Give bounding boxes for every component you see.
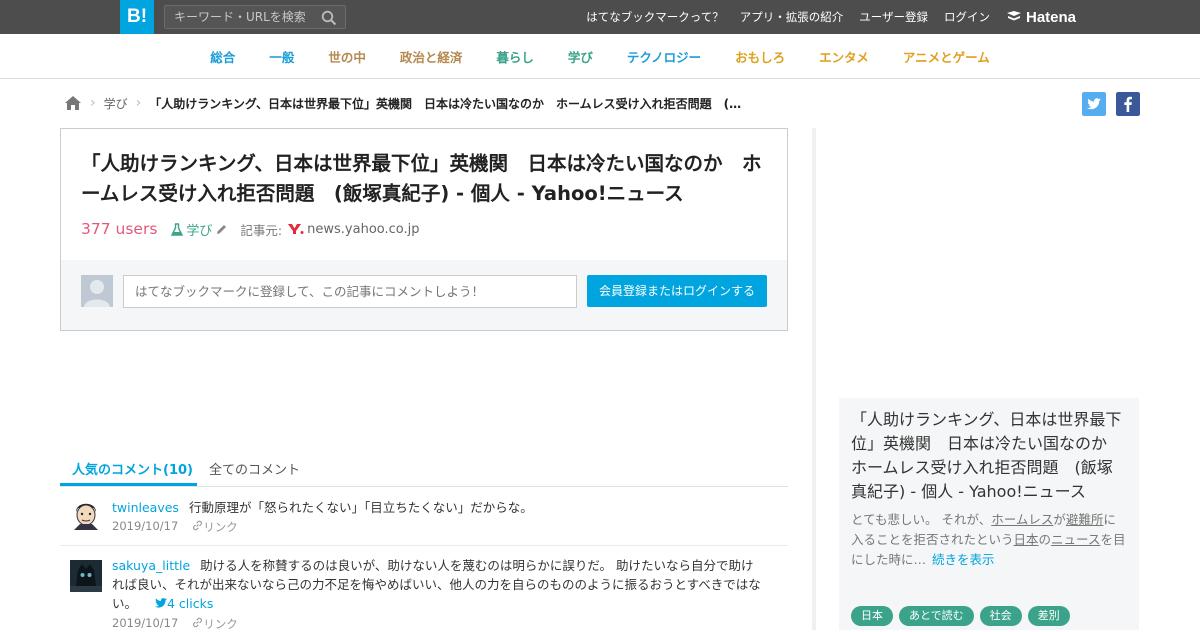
comment-date[interactable]: 2019/10/17: [112, 519, 178, 535]
desc-text: の: [1038, 532, 1052, 547]
keyword-link[interactable]: 避難所: [1066, 512, 1104, 527]
keyword-link[interactable]: ホームレス: [991, 512, 1053, 527]
desc-text: とても悲しい。 それが、: [851, 512, 992, 527]
tag-item[interactable]: 差別: [1027, 606, 1070, 626]
top-links: はてなブックマークって？ アプリ・拡張の紹介 ユーザー登録 ログイン: [586, 0, 990, 34]
avatar[interactable]: [70, 498, 102, 530]
category-sougou[interactable]: 総合: [210, 47, 235, 66]
comment-link-label: リンク: [203, 617, 238, 631]
entry-source[interactable]: news.yahoo.co.jp: [288, 221, 420, 237]
keyword-link[interactable]: ニュース: [1051, 532, 1100, 547]
entry-box: 「人助けランキング、日本は世界最下位」英機関 日本は冷たい国なのか ホームレス受…: [60, 128, 788, 331]
flask-icon: [171, 222, 184, 236]
search-box: [164, 5, 346, 29]
users-count[interactable]: 377 users: [81, 220, 157, 238]
signup-login-button[interactable]: 会員登録またはログインする: [587, 275, 767, 307]
tab-popular-comments[interactable]: 人気のコメント(10): [72, 459, 193, 478]
chevron-right-icon: ›: [90, 95, 96, 111]
desc-text: が: [1053, 512, 1066, 527]
category-omoshiro[interactable]: おもしろ: [735, 47, 785, 66]
sidebar-description: とても悲しい。 それが、ホームレスが避難所に入ることを拒否されたという日本のニュ…: [851, 510, 1127, 570]
entry-title[interactable]: 「人助けランキング、日本は世界最下位」英機関 日本は冷たい国なのか ホームレス受…: [81, 149, 771, 209]
category-anime-game[interactable]: アニメとゲーム: [903, 47, 990, 66]
category-entame[interactable]: エンタメ: [819, 47, 869, 66]
entry-meta: 377 users 学び 記事元: news.yahoo.co.jp: [81, 219, 420, 239]
comment-item: sakuya_little 助ける人を称賛するのは良いが、助けない人を蔑むのは明…: [60, 556, 788, 631]
comment-text: 行動原理が「怒られたくない」「目立ちたくない」だからな。: [188, 500, 533, 515]
breadcrumb-category[interactable]: 学び: [104, 95, 128, 112]
comment-input[interactable]: [123, 275, 577, 308]
hatena-bookmark-logo[interactable]: B!: [120, 0, 154, 34]
comment-divider: [60, 545, 788, 546]
pencil-icon[interactable]: [215, 223, 228, 236]
facebook-share-icon[interactable]: [1116, 92, 1140, 116]
sidebar-title[interactable]: 「人助けランキング、日本は世界最下位」英機関 日本は冷たい国なのか ホームレス受…: [851, 408, 1127, 504]
category-manabi[interactable]: 学び: [568, 47, 593, 66]
category-kurashi[interactable]: 暮らし: [496, 47, 534, 66]
comment-username[interactable]: twinleaves: [112, 500, 179, 515]
breadcrumb-title: 「人助けランキング、日本は世界最下位」英機関 日本は冷たい国なのか ホームレス受…: [149, 96, 742, 111]
tag-list: 日本 あとで読む 社会 差別: [851, 606, 1070, 626]
yahoo-favicon-icon: [288, 224, 304, 234]
column-divider: [812, 128, 816, 630]
category-technology[interactable]: テクノロジー: [627, 47, 701, 66]
default-avatar: [81, 275, 113, 307]
sidebar-entry-card: 「人助けランキング、日本は世界最下位」英機関 日本は冷たい国なのか ホームレス受…: [839, 398, 1139, 630]
comment-tabs: 人気のコメント(10) 全てのコメント: [60, 454, 788, 487]
category-yononaka[interactable]: 世の中: [328, 47, 366, 66]
category-nav: 総合 一般 世の中 政治と経済 暮らし 学び テクノロジー おもしろ エンタメ …: [0, 34, 1200, 79]
tag-item[interactable]: 日本: [851, 606, 893, 626]
comment-item: twinleaves 行動原理が「怒られたくない」「目立ちたくない」だからな。 …: [60, 498, 788, 546]
about-link[interactable]: はてなブックマークって？: [586, 9, 723, 25]
comment-body: sakuya_little 助ける人を称賛するのは良いが、助けない人を蔑むのは明…: [112, 556, 762, 613]
search-icon[interactable]: [321, 10, 337, 26]
link-icon: [193, 617, 203, 628]
top-bar: B! はてなブックマークって？ アプリ・拡張の紹介 ユーザー登録 ログイン Ha…: [0, 0, 1200, 34]
category-ippan[interactable]: 一般: [269, 47, 294, 66]
comment-link-label: リンク: [203, 520, 238, 534]
twitter-share-icon[interactable]: [1082, 92, 1106, 116]
home-icon[interactable]: [64, 95, 82, 111]
show-more-link[interactable]: 続きを表示: [932, 552, 995, 567]
breadcrumb: › 学び › 「人助けランキング、日本は世界最下位」英機関 日本は冷たい国なのか…: [64, 94, 764, 112]
category-seiji-keizai[interactable]: 政治と経済: [400, 47, 463, 66]
entry-source-domain: news.yahoo.co.jp: [307, 221, 420, 237]
hatena-brand[interactable]: Hatena: [1006, 7, 1076, 27]
twitter-icon: [155, 598, 167, 608]
chevron-right-icon: ›: [135, 95, 142, 111]
login-link[interactable]: ログイン: [944, 9, 990, 25]
entry-category[interactable]: 学び: [171, 220, 228, 239]
comment-username[interactable]: sakuya_little: [112, 558, 190, 573]
tag-item[interactable]: 社会: [979, 606, 1022, 626]
hatena-symbol-icon: [1007, 11, 1021, 21]
search-input[interactable]: [165, 6, 315, 28]
link-icon: [193, 520, 203, 531]
avatar[interactable]: [70, 560, 102, 592]
comment-footer: 2019/10/17 リンク: [112, 519, 238, 535]
tab-all-comments[interactable]: 全てのコメント: [209, 459, 300, 478]
tag-item[interactable]: あとで読む: [899, 606, 974, 626]
apps-link[interactable]: アプリ・拡張の紹介: [740, 9, 844, 25]
comment-link[interactable]: リンク: [192, 519, 238, 535]
tweet-clicks[interactable]: 4 clicks: [155, 596, 213, 611]
keyword-link[interactable]: 日本: [1014, 532, 1039, 547]
comment-form: 会員登録またはログインする: [61, 260, 787, 330]
hatena-brand-text: Hatena: [1026, 8, 1077, 26]
signup-link[interactable]: ユーザー登録: [859, 9, 928, 25]
source-label: 記事元:: [240, 222, 283, 238]
tweet-clicks-count: 4 clicks: [167, 596, 214, 611]
entry-category-label: 学び: [186, 223, 213, 239]
comment-body: twinleaves 行動原理が「怒られたくない」「目立ちたくない」だからな。: [112, 498, 762, 517]
active-tab-indicator: [60, 483, 197, 486]
